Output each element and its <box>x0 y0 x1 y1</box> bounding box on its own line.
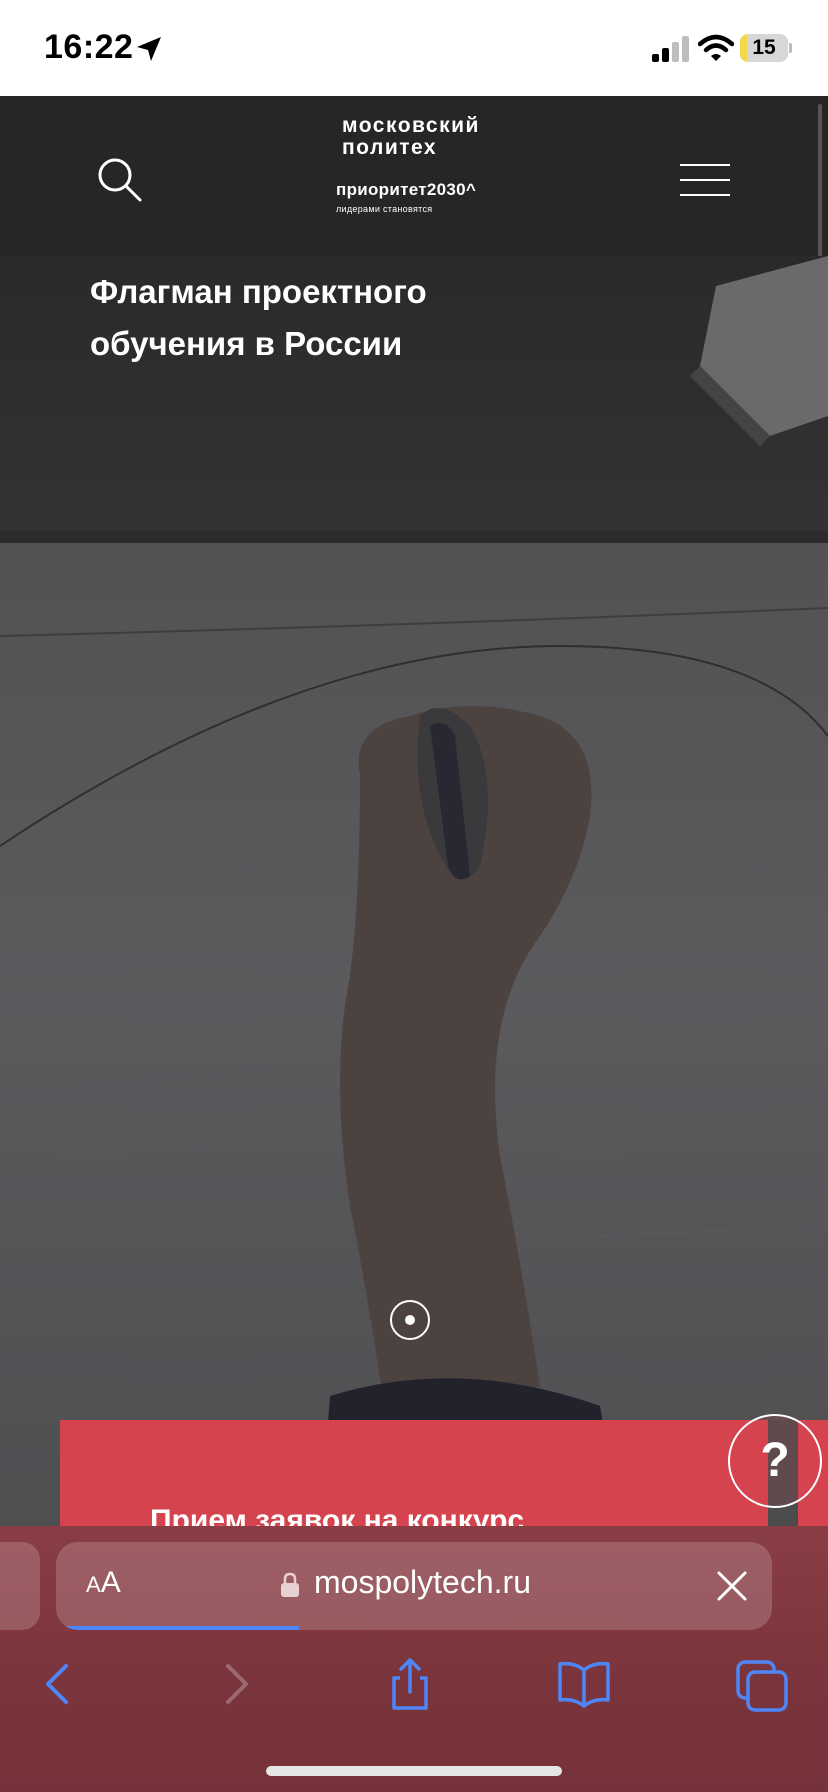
logo-priority: приоритет2030^ <box>336 180 477 199</box>
share-icon[interactable] <box>380 1654 440 1714</box>
battery-icon: 15 <box>740 34 792 62</box>
url-text: mospolytech.ru <box>314 1564 531 1600</box>
tabs-icon[interactable] <box>732 1654 792 1714</box>
status-time: 16:22 <box>44 28 134 66</box>
search-icon[interactable] <box>96 156 144 204</box>
wifi-icon <box>698 34 734 61</box>
site-logo[interactable]: московский политех приоритет2030^ лидера… <box>336 114 496 244</box>
battery-level: 15 <box>752 36 776 59</box>
location-arrow-icon <box>137 37 161 61</box>
bookmarks-icon[interactable] <box>554 1654 614 1714</box>
back-icon[interactable] <box>28 1654 88 1714</box>
logo-slogan: лидерами становятся <box>336 204 433 214</box>
scrollbar[interactable] <box>818 104 822 268</box>
page-load-progress <box>56 1626 300 1630</box>
menu-line <box>680 179 730 181</box>
previous-tab-preview[interactable] <box>0 1542 40 1630</box>
logo-line2: политех <box>342 136 438 159</box>
hero-title: Флагман проектного обучения в России <box>90 273 427 362</box>
logo-line1: московский <box>342 114 480 137</box>
forward-icon[interactable] <box>206 1654 266 1714</box>
battery-body: 15 <box>740 34 788 62</box>
help-label: ? <box>760 1434 790 1487</box>
site-header: московский политех приоритет2030^ лидера… <box>0 96 828 256</box>
close-icon[interactable] <box>714 1568 750 1604</box>
menu-icon[interactable] <box>680 162 730 198</box>
home-indicator[interactable] <box>266 1766 562 1776</box>
text-size-big: A <box>100 1566 121 1599</box>
text-size-small: A <box>86 1572 101 1597</box>
menu-line <box>680 164 730 166</box>
promo-banner[interactable]: Прием заявок на конкурс <box>60 1420 768 1530</box>
signal-icon <box>652 36 689 62</box>
slide-indicator-icon[interactable] <box>390 1300 430 1340</box>
address-bar[interactable]: AA mospolytech.ru <box>56 1542 772 1630</box>
text-size-button[interactable]: AA <box>86 1566 121 1606</box>
browser-toolbar: AA mospolytech.ru <box>0 1526 828 1792</box>
lock-icon <box>281 1572 299 1597</box>
menu-line <box>680 194 730 196</box>
status-bar: 16:22 15 <box>0 0 828 96</box>
slide-indicator-dot <box>405 1315 415 1325</box>
battery-cap <box>789 43 792 53</box>
help-button[interactable]: ? <box>728 1414 822 1508</box>
hero-slider[interactable]: Флагман проектного обучения в России <box>0 256 828 1526</box>
